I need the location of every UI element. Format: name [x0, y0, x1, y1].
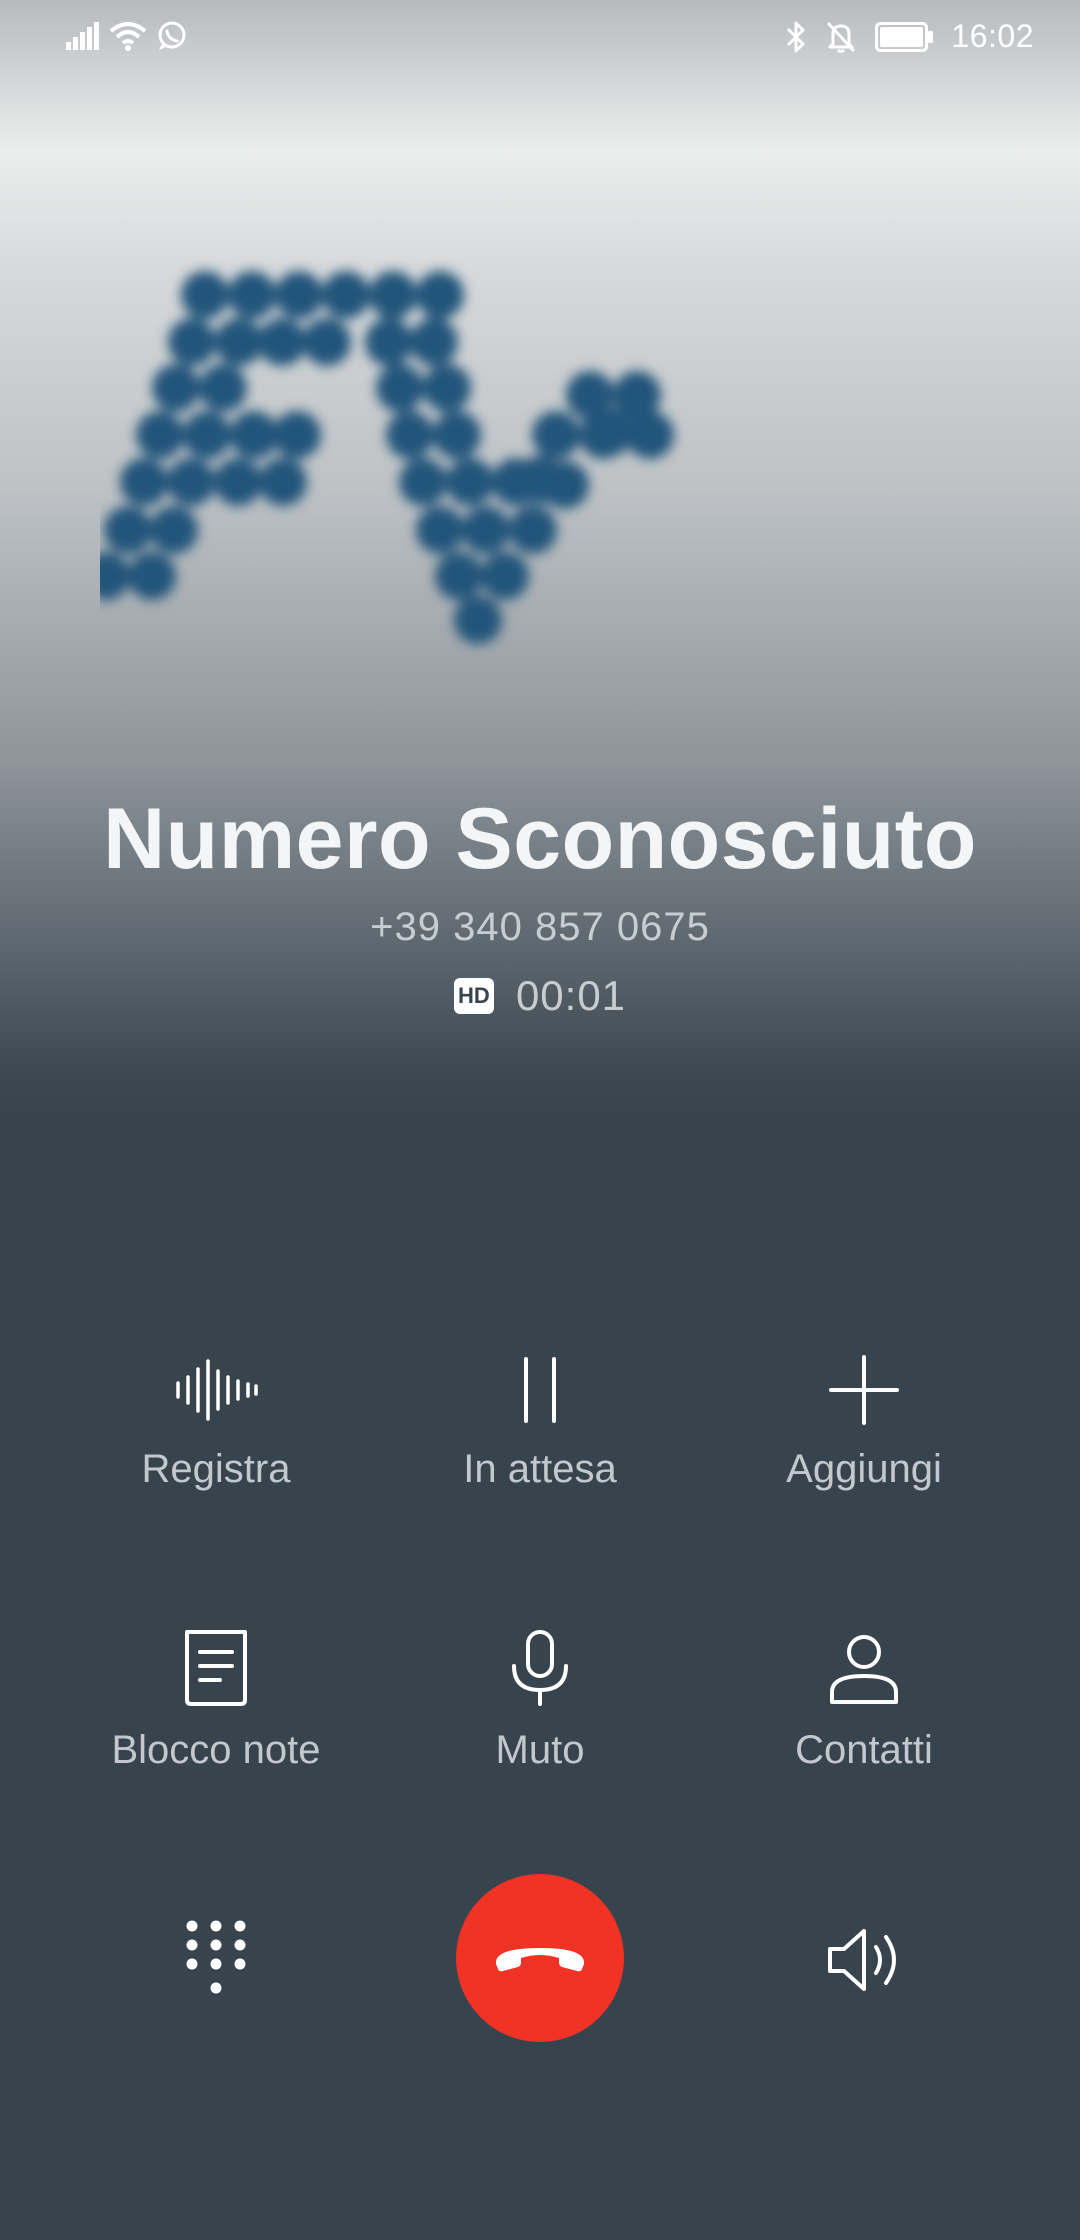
status-time: 16:02	[951, 18, 1034, 54]
mute-button[interactable]: Muto	[378, 1630, 702, 1773]
notepad-button[interactable]: Blocco note	[54, 1630, 378, 1773]
end-call-icon	[495, 1948, 585, 1972]
status-bar: 16:02	[0, 0, 1080, 80]
call-status: HD 00:01	[0, 972, 1080, 1020]
whatsapp-icon	[158, 21, 186, 50]
caller-avatar	[100, 271, 674, 644]
end-call-button[interactable]	[456, 1874, 624, 2042]
add-icon	[829, 1355, 899, 1425]
record-icon	[176, 1359, 258, 1421]
wifi-icon	[109, 22, 147, 51]
caller-number: +39 340 857 0675	[370, 905, 710, 949]
hold-button[interactable]: In attesa	[378, 1355, 702, 1492]
speaker-icon[interactable]	[824, 1925, 904, 1995]
notepad-icon	[185, 1630, 247, 1706]
contacts-button[interactable]: Contatti	[702, 1630, 1026, 1773]
hold-label: In attesa	[463, 1447, 617, 1491]
contacts-label: Contatti	[795, 1728, 933, 1772]
notepad-label: Blocco note	[111, 1728, 321, 1772]
bluetooth-icon	[787, 21, 805, 52]
add-call-button[interactable]: Aggiungi	[702, 1355, 1026, 1492]
record-label: Registra	[141, 1447, 291, 1491]
signal-icon	[66, 22, 99, 50]
pause-icon	[524, 1357, 556, 1423]
hd-badge: HD	[453, 978, 494, 1014]
call-duration: 00:01	[515, 972, 627, 1019]
mute-label: Muto	[495, 1728, 585, 1772]
add-call-label: Aggiungi	[786, 1447, 942, 1491]
contact-icon	[830, 1635, 898, 1704]
record-button[interactable]: Registra	[54, 1355, 378, 1492]
battery-icon	[875, 21, 934, 52]
dialpad-icon[interactable]	[186, 1920, 246, 2000]
notifications-off-icon	[827, 21, 856, 53]
microphone-icon	[512, 1630, 568, 1706]
caller-name: Numero Sconosciuto	[103, 791, 977, 887]
